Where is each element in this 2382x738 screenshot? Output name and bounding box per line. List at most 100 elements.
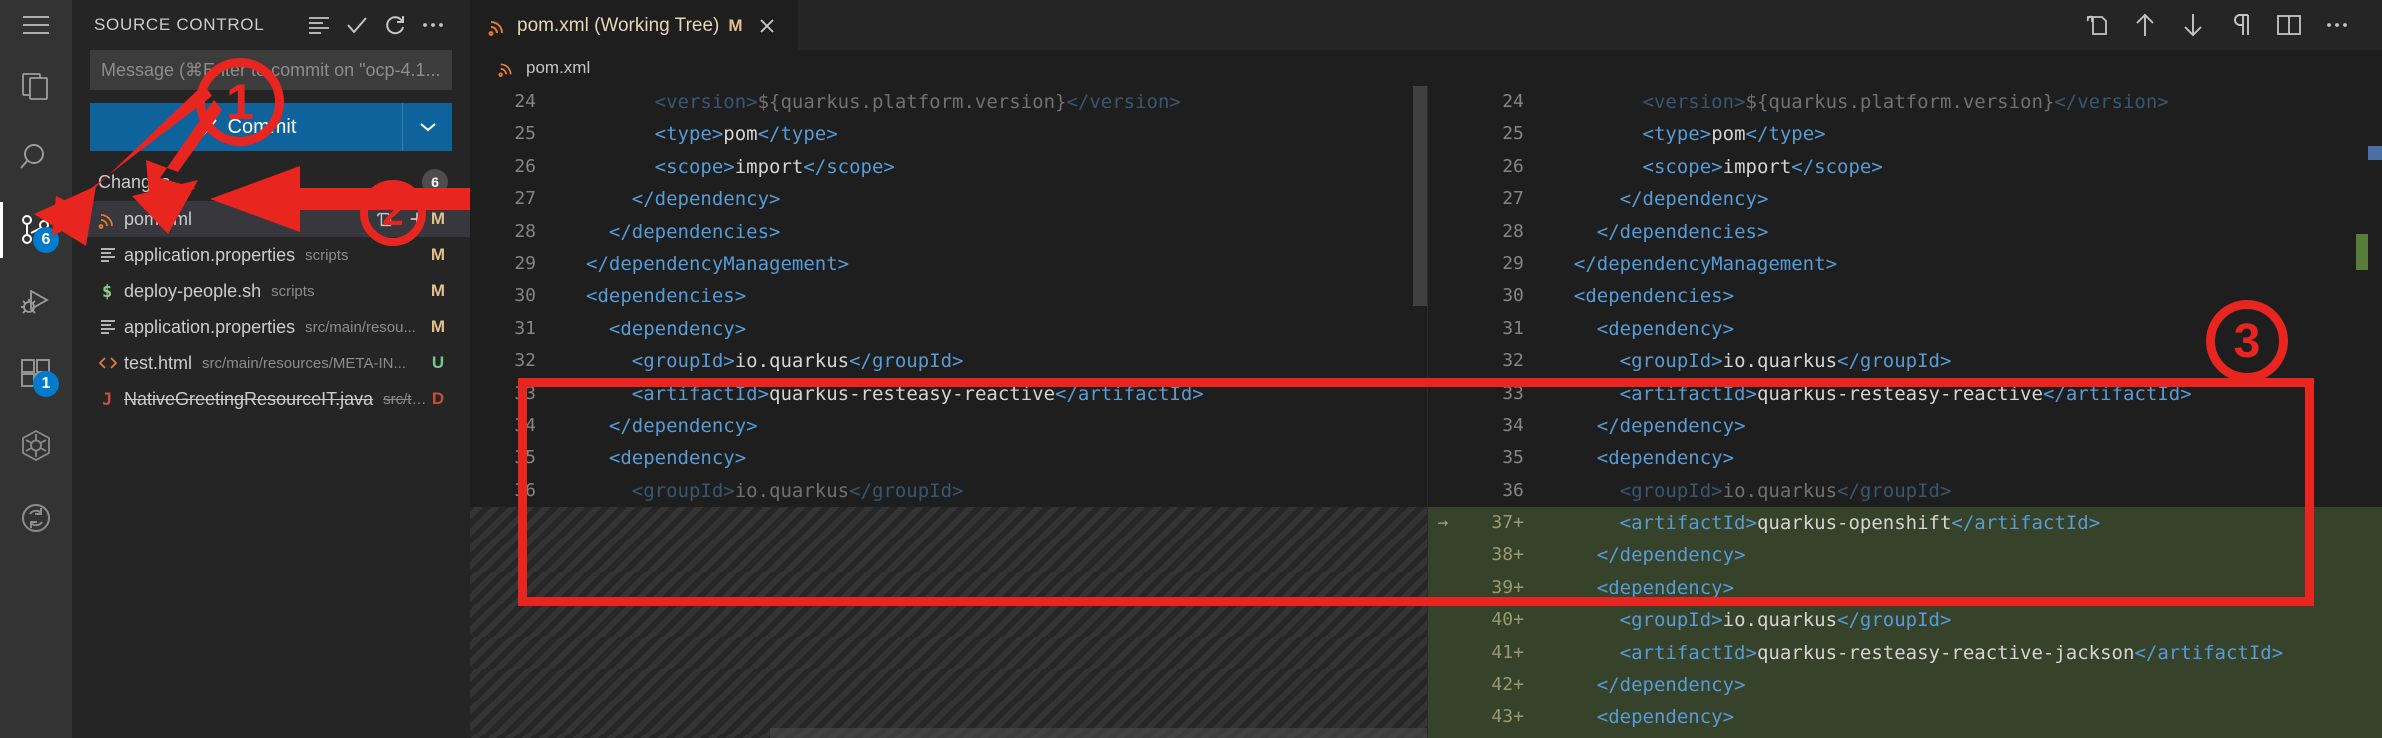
code-line[interactable] — [470, 507, 1427, 539]
file-path: scripts — [271, 283, 428, 300]
code-line[interactable]: 41+ <artifactId>quarkus-resteasy-reactiv… — [1428, 637, 2382, 669]
list-item[interactable]: application.propertiesscriptsM — [72, 237, 470, 273]
view-as-list-icon[interactable] — [300, 6, 338, 44]
kubernetes-icon[interactable] — [0, 410, 72, 482]
commit-button-main[interactable]: Commit — [90, 103, 402, 151]
explorer-icon[interactable] — [0, 50, 72, 122]
code-line[interactable]: 38+ </dependency> — [1428, 539, 2382, 571]
code-line[interactable]: 24 <version>${quarkus.platform.version}<… — [1428, 86, 2382, 118]
code-line[interactable]: 32 <groupId>io.quarkus</groupId> — [470, 345, 1427, 377]
code-line[interactable]: 27 </dependency> — [470, 183, 1427, 215]
code-line[interactable]: 42+ </dependency> — [1428, 669, 2382, 701]
code-line[interactable]: 35 <dependency> — [1428, 442, 2382, 474]
code-text: <groupId>io.quarkus</groupId> — [1560, 475, 2382, 507]
commit-button[interactable]: Commit — [90, 103, 452, 151]
commit-message-input[interactable]: Message (⌘Enter to commit on "ocp-4.1... — [90, 50, 452, 90]
list-item[interactable]: $deploy-people.shscriptsM — [72, 273, 470, 309]
file-type-icon: J — [98, 389, 124, 409]
code-line[interactable] — [470, 669, 1427, 701]
minimap[interactable] — [2368, 86, 2382, 738]
search-icon[interactable] — [0, 122, 72, 194]
diff-pane-modified[interactable]: 24 <version>${quarkus.platform.version}<… — [1428, 86, 2382, 738]
menu-icon[interactable] — [0, 0, 72, 50]
code-line[interactable]: 26 <scope>import</scope> — [470, 151, 1427, 183]
java-file-icon: J — [98, 389, 118, 409]
changes-group-header[interactable]: Changes 6 — [72, 165, 470, 199]
xml-file-icon — [498, 59, 516, 77]
code-text: <dependencies> — [572, 280, 1427, 312]
code-line[interactable]: 31 <dependency> — [470, 313, 1427, 345]
code-line[interactable]: 43+ <dependency> — [1428, 701, 2382, 733]
line-number: 36 — [470, 475, 548, 507]
next-change-icon[interactable] — [2174, 6, 2212, 44]
more-actions-icon[interactable] — [2318, 6, 2356, 44]
whitespace-icon[interactable] — [2222, 6, 2260, 44]
code-line[interactable]: 32 <groupId>io.quarkus</groupId> — [1428, 345, 2382, 377]
code-line[interactable] — [470, 539, 1427, 571]
code-text: </dependencies> — [572, 216, 1427, 248]
code-line[interactable]: 25 <type>pom</type> — [470, 118, 1427, 150]
file-name: deploy-people.sh — [124, 281, 261, 302]
code-line[interactable]: 24 <version>${quarkus.platform.version}<… — [470, 86, 1427, 118]
code-line[interactable]: 36 <groupId>io.quarkus</groupId> — [1428, 475, 2382, 507]
code-text: <artifactId>quarkus-openshift</artifactI… — [1560, 507, 2382, 539]
code-text: <groupId>io.quarkus</groupId> — [572, 475, 1427, 507]
code-text: </dependencies> — [1560, 216, 2382, 248]
code-line[interactable]: 28 </dependencies> — [470, 216, 1427, 248]
commit-dropdown-button[interactable] — [402, 103, 452, 151]
code-line[interactable]: 29</dependencyManagement> — [1428, 248, 2382, 280]
previous-change-icon[interactable] — [2126, 6, 2164, 44]
code-text: </dependencyManagement> — [572, 248, 1427, 280]
extensions-icon[interactable]: 1 — [0, 338, 72, 410]
code-line[interactable]: →37+ <artifactId>quarkus-openshift</arti… — [1428, 507, 2382, 539]
code-text: </dependency> — [572, 183, 1427, 215]
code-line[interactable]: 39+ <dependency> — [1428, 572, 2382, 604]
close-icon[interactable] — [752, 17, 782, 35]
refresh-icon[interactable] — [376, 6, 414, 44]
code-line[interactable]: 40+ <groupId>io.quarkus</groupId> — [1428, 604, 2382, 636]
diff-pane-original[interactable]: 24 <version>${quarkus.platform.version}<… — [470, 86, 1428, 738]
code-line[interactable]: 34 </dependency> — [470, 410, 1427, 442]
list-item[interactable]: pom.xmlM — [72, 201, 470, 237]
open-changes-icon[interactable] — [2078, 6, 2116, 44]
scrollbar-thumb[interactable] — [770, 728, 1428, 738]
checkmark-icon[interactable] — [338, 6, 376, 44]
list-item[interactable]: JNativeGreetingResourceIT.javasrc/te...D — [72, 381, 470, 417]
more-actions-icon[interactable] — [414, 6, 452, 44]
code-text: <groupId>io.quarkus</groupId> — [1560, 734, 2382, 738]
code-line[interactable]: 30<dependencies> — [470, 280, 1427, 312]
line-number: 41+ — [1458, 637, 1536, 669]
code-line[interactable] — [470, 572, 1427, 604]
sync-icon[interactable] — [0, 482, 72, 554]
code-line[interactable]: 33 <artifactId>quarkus-resteasy-reactive… — [470, 378, 1427, 410]
code-line[interactable]: 35 <dependency> — [470, 442, 1427, 474]
open-file-icon[interactable] — [374, 208, 396, 230]
breadcrumb-label: pom.xml — [526, 58, 590, 78]
code-line[interactable]: 33 <artifactId>quarkus-resteasy-reactive… — [1428, 378, 2382, 410]
sidebar-item-source-control[interactable]: 6 — [0, 194, 72, 266]
code-line[interactable]: 36 <groupId>io.quarkus</groupId> — [470, 475, 1427, 507]
run-debug-icon[interactable] — [0, 266, 72, 338]
list-item[interactable]: application.propertiessrc/main/resou...M — [72, 309, 470, 345]
line-number: 31 — [470, 313, 548, 345]
code-line[interactable]: 28 </dependencies> — [1428, 216, 2382, 248]
code-line[interactable]: 29</dependencyManagement> — [470, 248, 1427, 280]
list-item[interactable]: test.htmlsrc/main/resources/META-IN...U — [72, 345, 470, 381]
horizontal-scrollbar-original[interactable] — [470, 728, 1427, 738]
code-text: <groupId>io.quarkus</groupId> — [1560, 604, 2382, 636]
stage-changes-icon[interactable] — [406, 208, 428, 230]
code-line[interactable]: 27 </dependency> — [1428, 183, 2382, 215]
code-line[interactable]: 26 <scope>import</scope> — [1428, 151, 2382, 183]
vertical-scrollbar-original[interactable] — [1413, 86, 1427, 306]
code-line[interactable]: 25 <type>pom</type> — [1428, 118, 2382, 150]
file-path: scripts — [305, 247, 428, 264]
code-line[interactable]: 34 </dependency> — [1428, 410, 2382, 442]
code-line[interactable]: 44+ <groupId>io.quarkus</groupId> — [1428, 734, 2382, 738]
breadcrumb[interactable]: pom.xml — [470, 50, 2382, 86]
split-editor-icon[interactable] — [2270, 6, 2308, 44]
code-line[interactable]: 31 <dependency> — [1428, 313, 2382, 345]
code-line[interactable] — [470, 604, 1427, 636]
code-line[interactable]: 30<dependencies> — [1428, 280, 2382, 312]
code-line[interactable] — [470, 637, 1427, 669]
tab-pom-xml-working-tree[interactable]: pom.xml (Working Tree) M — [470, 0, 798, 50]
